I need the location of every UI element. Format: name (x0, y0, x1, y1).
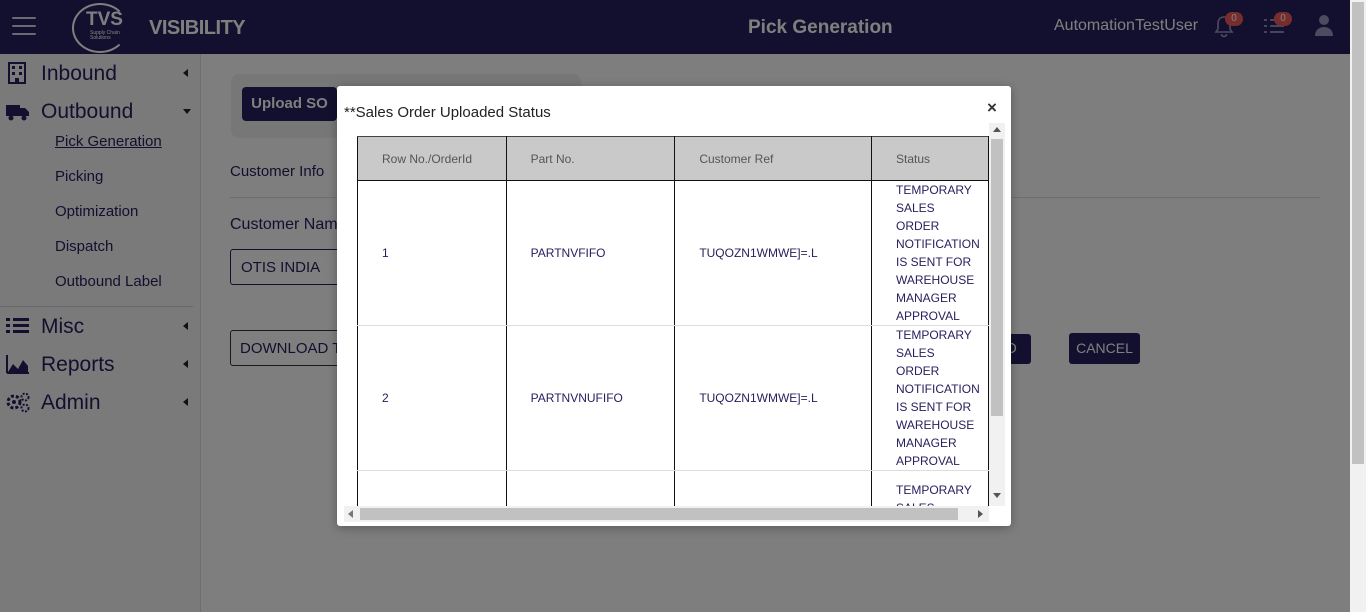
cell-status: TEMPORARY SALES ORDER NOTIFICATION IS SE… (870, 180, 989, 326)
table-row: TEMPORARY SALES ORDER NOTIFICATION (357, 470, 989, 506)
status-table: Row No./OrderId Part No. Customer Ref St… (357, 136, 989, 506)
cell-part: PARTNVFIFO (505, 180, 676, 326)
upload-status-modal: **Sales Order Uploaded Status × Row No./… (337, 86, 1011, 526)
cell-part (505, 470, 676, 506)
status-table-container: Row No./OrderId Part No. Customer Ref St… (357, 136, 989, 506)
cell-ref (674, 470, 872, 506)
cell-row: 2 (357, 325, 507, 471)
scroll-down-arrow-icon[interactable] (993, 493, 1001, 498)
column-header-row: Row No./OrderId (357, 136, 507, 181)
table-row: 1 PARTNVFIFO TUQOZN1WMWE]=.L TEMPORARY S… (357, 180, 989, 326)
scrollbar-thumb[interactable] (991, 139, 1003, 416)
table-horizontal-scrollbar[interactable] (344, 506, 989, 522)
column-header-status: Status (870, 136, 989, 181)
cell-status: TEMPORARY SALES ORDER NOTIFICATION (870, 470, 989, 506)
cell-row (357, 470, 507, 506)
table-vertical-scrollbar[interactable] (989, 123, 1005, 506)
scroll-up-arrow-icon[interactable] (993, 127, 1001, 132)
scroll-left-arrow-icon[interactable] (348, 510, 353, 518)
scrollbar-thumb[interactable] (360, 508, 958, 520)
cell-status: TEMPORARY SALES ORDER NOTIFICATION IS SE… (870, 325, 989, 471)
cell-part: PARTNVNUFIFO (505, 325, 676, 471)
scroll-right-arrow-icon[interactable] (978, 510, 983, 518)
table-row: 2 PARTNVNUFIFO TUQOZN1WMWE]=.L TEMPORARY… (357, 325, 989, 471)
cell-ref: TUQOZN1WMWE]=.L (674, 180, 872, 326)
modal-title: **Sales Order Uploaded Status (344, 104, 551, 121)
close-icon[interactable]: × (987, 98, 997, 118)
cell-row: 1 (357, 180, 507, 326)
column-header-ref: Customer Ref (674, 136, 872, 181)
cell-ref: TUQOZN1WMWE]=.L (674, 325, 872, 471)
column-header-part: Part No. (505, 136, 676, 181)
page-scrollbar[interactable] (1350, 0, 1366, 612)
